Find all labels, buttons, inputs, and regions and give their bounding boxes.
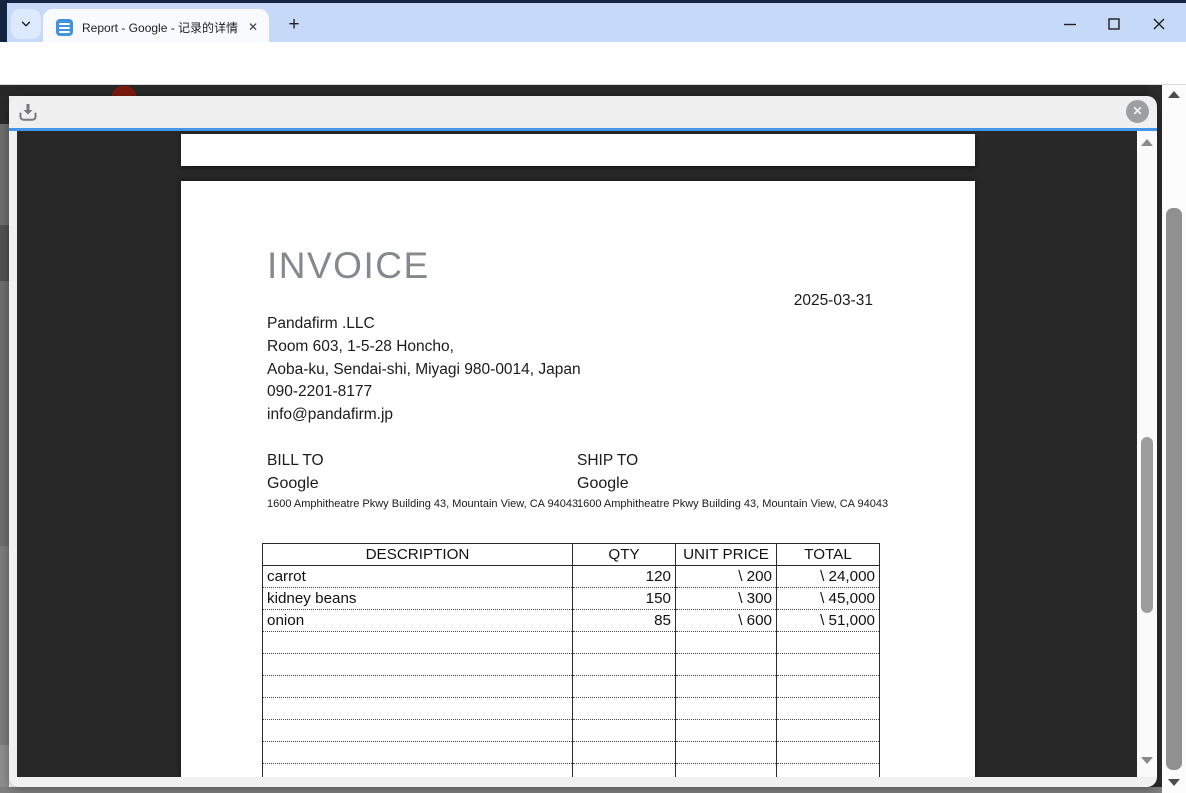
window-close-button[interactable] [1150,15,1168,33]
invoice-title: INVOICE [267,245,430,287]
browser-scrollbar[interactable] [1162,85,1186,793]
table-empty-row [263,698,880,720]
cell-total: \ 51,000 [777,610,880,632]
cell-description: onion [263,610,573,632]
notification-badge [112,86,136,96]
chevron-down-icon [19,17,33,31]
pdf-page-previous [181,134,975,166]
preview-toolbar: ✕ [9,96,1157,128]
cell-unit-price: \ 600 [676,610,777,632]
browser-toolbar: pandafirm.cybozu.com/k/3066/show#record=… [0,42,1186,85]
ship-to-label: SHIP TO [577,452,638,470]
cell-description: kidney beans [263,588,573,610]
browser-tab[interactable]: Report - Google - 记录的详情 ✕ [43,9,269,45]
scroll-up-icon[interactable] [1141,139,1153,146]
seller-block: Pandafirm .LLC Room 603, 1-5-28 Honcho, … [267,313,581,427]
table-row: onion 85 \ 600 \ 51,000 [263,610,880,632]
col-header-unit-price: UNIT PRICE [676,544,777,566]
preview-close-button[interactable]: ✕ [1126,100,1149,123]
invoice-table: DESCRIPTION QTY UNIT PRICE TOTAL carrot … [262,543,880,777]
cell-description: carrot [263,566,573,588]
minimize-icon [1063,17,1077,31]
window-frame-edge [0,3,7,45]
table-row: carrot 120 \ 200 \ 24,000 [263,566,880,588]
cell-unit-price: \ 300 [676,588,777,610]
table-empty-row [263,632,880,654]
bill-to-name: Google [267,475,319,493]
bill-to-label: BILL TO [267,452,324,470]
seller-name: Pandafirm .LLC [267,313,581,336]
new-tab-button[interactable]: + [282,13,306,37]
cell-unit-price: \ 200 [676,566,777,588]
pdf-viewer: INVOICE 2025-03-31 Pandafirm .LLC Room 6… [17,131,1137,777]
document-scrollbar-thumb[interactable] [1141,437,1153,613]
pdf-page: INVOICE 2025-03-31 Pandafirm .LLC Room 6… [181,181,975,777]
seller-address-line: Aoba-ku, Sendai-shi, Miyagi 980-0014, Ja… [267,359,581,382]
table-empty-row [263,742,880,764]
invoice-date: 2025-03-31 [794,292,873,310]
page-content: ✕ INVOICE 2025-03-31 Pandafirm .LLC Room… [0,85,1186,793]
seller-address-line: Room 603, 1-5-28 Honcho, [267,336,581,359]
cell-qty: 150 [573,588,676,610]
cell-qty: 85 [573,610,676,632]
dimmed-page-top [0,85,1162,96]
download-button[interactable] [16,100,40,124]
ship-to-address: 1600 Amphitheatre Pkwy Building 43, Moun… [577,498,888,510]
col-header-qty: QTY [573,544,676,566]
maximize-icon [1107,17,1121,31]
dimmed-page-left [0,96,9,787]
bill-to-address: 1600 Amphitheatre Pkwy Building 43, Moun… [267,498,578,510]
browser-scrollbar-thumb[interactable] [1166,208,1182,770]
seller-email: info@pandafirm.jp [267,404,581,427]
table-empty-row [263,720,880,742]
cell-total: \ 45,000 [777,588,880,610]
table-empty-row [263,654,880,676]
tab-strip: Report - Google - 记录的详情 ✕ + [0,0,1186,42]
col-header-total: TOTAL [777,544,880,566]
print-preview-panel: ✕ INVOICE 2025-03-31 Pandafirm .LLC Room… [9,96,1157,787]
invoice-table-wrap: DESCRIPTION QTY UNIT PRICE TOTAL carrot … [262,543,883,777]
table-empty-row [263,764,880,778]
tab-search-button[interactable] [11,9,41,39]
scroll-down-icon[interactable] [1141,757,1153,764]
download-icon [16,100,40,124]
window-minimize-button[interactable] [1061,15,1079,33]
window-maximize-button[interactable] [1105,15,1123,33]
tab-title: Report - Google - 记录的详情 [82,19,245,36]
table-header-row: DESCRIPTION QTY UNIT PRICE TOTAL [263,544,880,566]
seller-phone: 090-2201-8177 [267,381,581,404]
cell-total: \ 24,000 [777,566,880,588]
scroll-down-icon[interactable] [1168,779,1180,786]
table-row: kidney beans 150 \ 300 \ 45,000 [263,588,880,610]
tab-close-button[interactable]: ✕ [245,19,261,35]
close-icon [1152,17,1166,31]
col-header-description: DESCRIPTION [263,544,573,566]
table-empty-row [263,676,880,698]
cell-qty: 120 [573,566,676,588]
dimmed-page-bottom [0,787,1162,793]
scroll-up-icon[interactable] [1168,91,1180,98]
document-scrollbar[interactable] [1137,131,1157,777]
record-list-favicon-icon [56,19,73,36]
ship-to-name: Google [577,475,629,493]
